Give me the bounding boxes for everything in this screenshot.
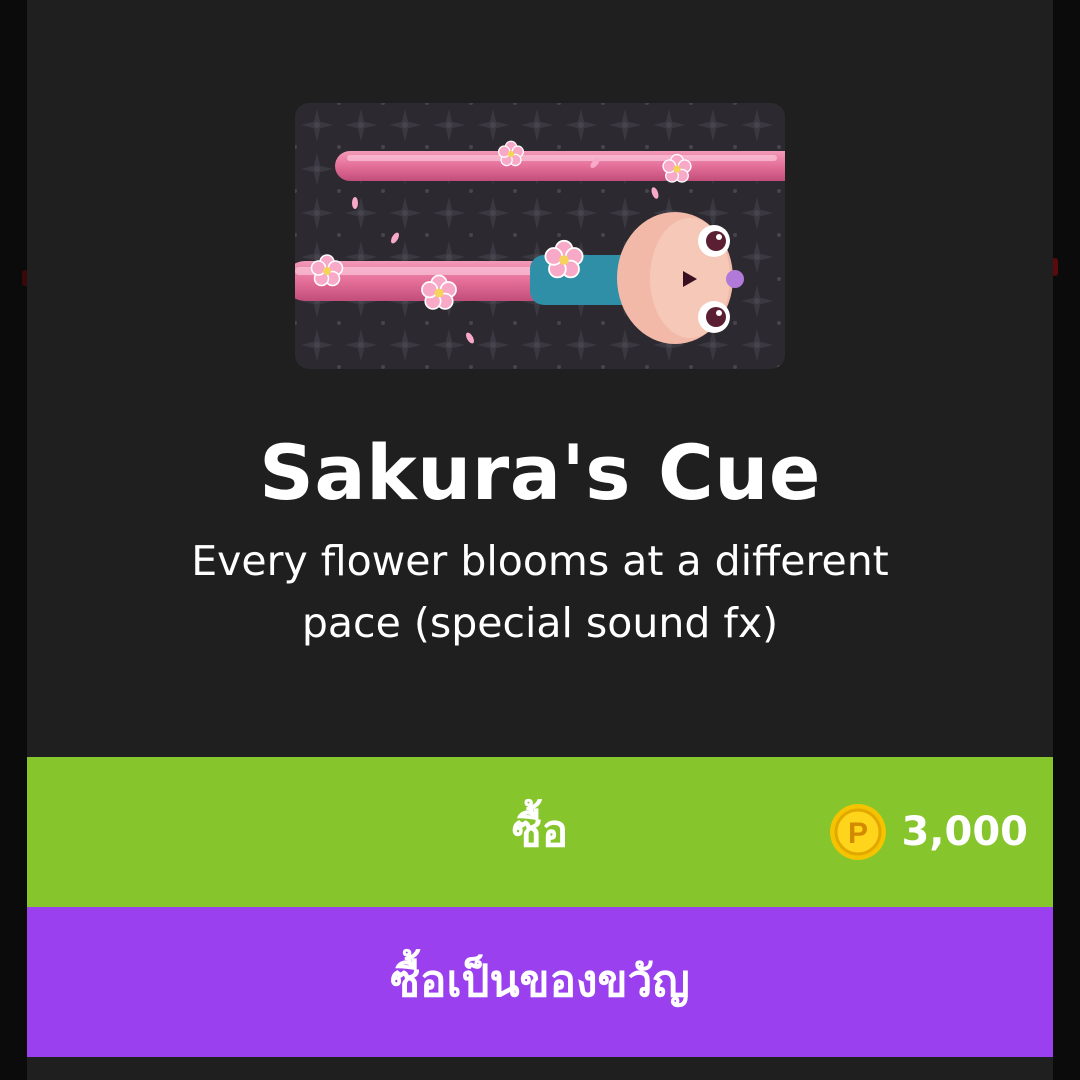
item-title: Sakura's Cue <box>259 428 821 517</box>
item-preview-image <box>295 103 785 369</box>
svg-text:P: P <box>848 817 868 850</box>
buy-as-gift-button[interactable]: ซื้อเป็นของขวัญ <box>27 907 1053 1057</box>
price-tag: P 3,000 <box>829 757 1028 907</box>
page: Sakura's Cue Every flower blooms at a di… <box>0 0 1080 1080</box>
buy-button[interactable]: ซื้อ P 3,000 <box>27 757 1053 907</box>
gift-button-label: ซื้อเป็นของขวัญ <box>390 956 690 1007</box>
p-coin-icon: P <box>830 804 887 860</box>
item-description: Every flower blooms at a different pace … <box>191 537 889 647</box>
price-value: 3,000 <box>901 809 1028 855</box>
item-detail-panel: Sakura's Cue Every flower blooms at a di… <box>27 0 1053 1080</box>
